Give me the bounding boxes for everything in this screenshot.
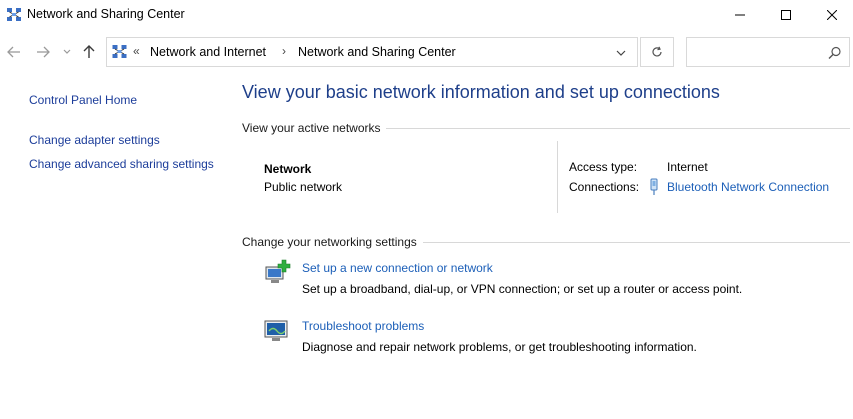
breadcrumb-separator[interactable]: › (282, 44, 286, 58)
change-adapter-settings-link[interactable]: Change adapter settings (29, 133, 160, 147)
change-advanced-sharing-settings-link[interactable]: Change advanced sharing settings (29, 157, 214, 171)
connections-label: Connections: (569, 180, 640, 194)
window-title: Network and Sharing Center (27, 7, 185, 21)
breadcrumb-network-and-sharing-center[interactable]: Network and Sharing Center (298, 45, 456, 59)
section-divider (423, 242, 850, 243)
network-name: Network (264, 162, 312, 176)
close-button[interactable] (809, 0, 853, 30)
network-center-icon (7, 8, 21, 21)
control-panel-home-link[interactable]: Control Panel Home (29, 93, 137, 107)
vertical-divider (557, 141, 558, 213)
address-bar[interactable]: « Network and Internet › Network and Sha… (106, 37, 638, 67)
setup-new-connection-link[interactable]: Set up a new connection or network (302, 261, 493, 275)
chevron-down-icon (63, 49, 71, 54)
recent-locations-button[interactable] (60, 42, 74, 62)
breadcrumb-overflow[interactable]: « (133, 44, 140, 58)
close-icon (827, 10, 837, 20)
change-settings-heading: Change your networking settings (242, 235, 417, 249)
troubleshoot-icon (264, 320, 288, 341)
new-connection-icon (265, 259, 291, 283)
up-button[interactable] (80, 42, 98, 62)
chevron-down-icon (616, 50, 626, 56)
back-button[interactable] (5, 42, 23, 62)
troubleshoot-problems-description: Diagnose and repair network problems, or… (302, 340, 697, 354)
network-center-icon (112, 45, 127, 58)
arrow-right-icon (37, 46, 50, 58)
active-networks-heading: View your active networks (242, 121, 381, 135)
refresh-button[interactable] (640, 37, 674, 67)
arrow-up-icon (83, 45, 95, 58)
search-box[interactable] (686, 37, 850, 67)
address-dropdown-button[interactable] (611, 45, 631, 61)
page-title: View your basic network information and … (242, 82, 720, 102)
troubleshoot-problems-link[interactable]: Troubleshoot problems (302, 319, 424, 333)
access-type-label: Access type: (569, 160, 638, 174)
search-icon[interactable] (828, 46, 842, 60)
breadcrumb-network-and-internet[interactable]: Network and Internet (150, 45, 266, 59)
minimize-icon (735, 14, 745, 16)
maximize-button[interactable] (763, 0, 809, 30)
search-input[interactable] (691, 43, 825, 63)
refresh-icon (652, 46, 662, 57)
title-bar: Network and Sharing Center (0, 0, 853, 30)
section-divider (386, 128, 850, 129)
bluetooth-network-connection-link[interactable]: Bluetooth Network Connection (667, 180, 829, 194)
bluetooth-connection-icon (650, 178, 658, 195)
setup-new-connection-description: Set up a broadband, dial-up, or VPN conn… (302, 282, 743, 296)
minimize-button[interactable] (717, 0, 763, 30)
arrow-left-icon (7, 46, 20, 58)
forward-button[interactable] (34, 42, 52, 62)
access-type-value: Internet (667, 160, 708, 174)
network-type-link[interactable]: Public network (264, 180, 342, 194)
maximize-icon (781, 10, 791, 20)
